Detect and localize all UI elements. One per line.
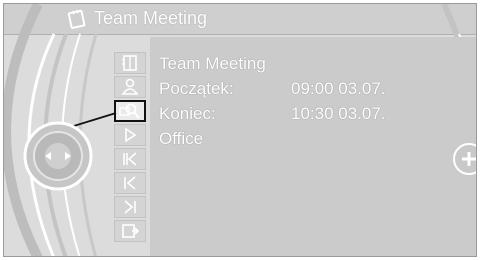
notepad-icon xyxy=(66,9,88,29)
play-icon xyxy=(120,126,140,144)
entry-location: Office xyxy=(159,129,204,148)
entry-subject: Team Meeting xyxy=(159,54,266,73)
plus-icon xyxy=(453,143,476,175)
menu-item-skip-back[interactable] xyxy=(114,148,146,170)
controller-knob[interactable] xyxy=(23,121,93,191)
contacts-book-icon xyxy=(120,54,140,72)
start-label: Początek: xyxy=(159,79,234,98)
person-icon xyxy=(120,78,140,96)
menu-item-play[interactable] xyxy=(114,124,146,146)
previous-icon xyxy=(120,174,140,192)
infotainment-screen: Team Meeting Team Meeting Początek: 09:0… xyxy=(3,3,477,257)
action-menu xyxy=(114,52,150,244)
start-value: 09:00 03.07. xyxy=(291,79,386,98)
menu-item-contacts[interactable] xyxy=(114,52,146,74)
next-icon xyxy=(120,198,140,216)
search-zoom-icon xyxy=(119,102,141,120)
menu-item-search[interactable] xyxy=(114,100,146,122)
window-title: Team Meeting xyxy=(94,8,208,28)
menu-item-previous[interactable] xyxy=(114,172,146,194)
controller-knob-icon xyxy=(23,121,93,191)
exit-icon xyxy=(120,222,140,240)
title-bar: Team Meeting xyxy=(4,4,476,35)
end-value: 10:30 03.07. xyxy=(291,104,386,123)
menu-item-person[interactable] xyxy=(114,76,146,98)
plus-button[interactable] xyxy=(452,142,476,176)
end-label: Koniec: xyxy=(159,104,216,123)
menu-item-next[interactable] xyxy=(114,196,146,218)
menu-item-exit[interactable] xyxy=(114,220,146,242)
skip-back-icon xyxy=(120,150,140,168)
